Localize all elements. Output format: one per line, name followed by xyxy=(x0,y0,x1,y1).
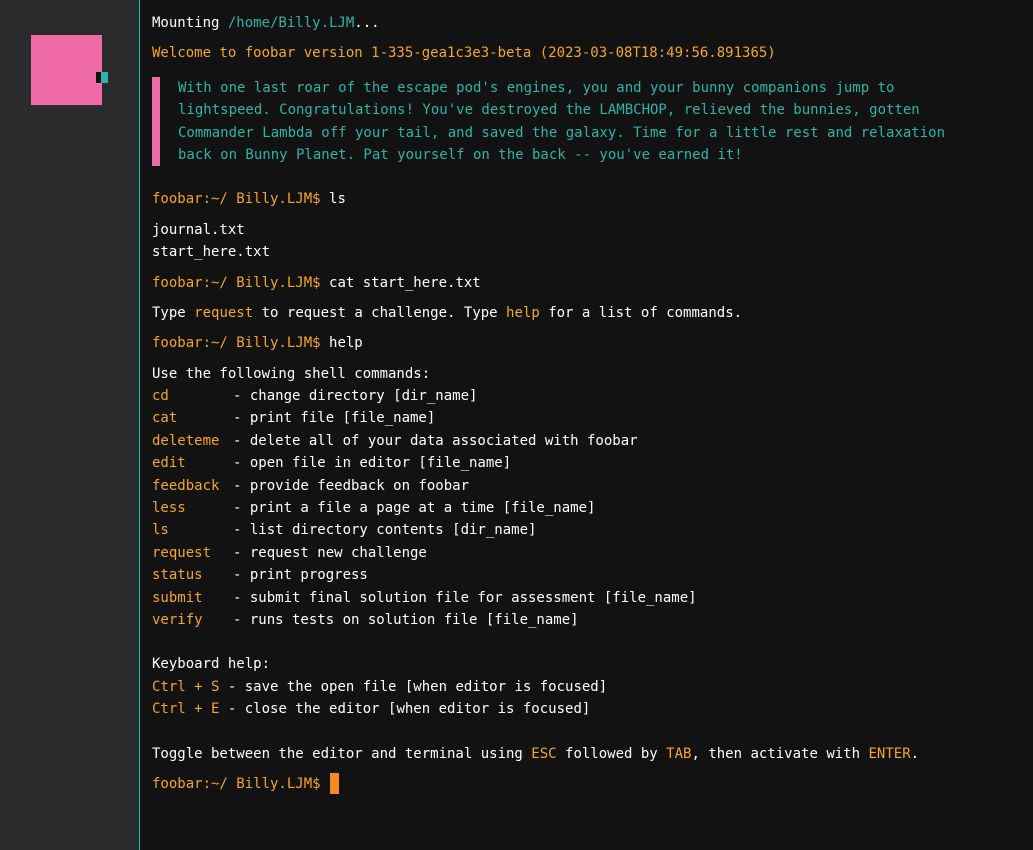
prompt: foobar:~/ Billy.LJM$ xyxy=(152,274,321,291)
keyword-help: help xyxy=(506,304,540,321)
keyword-request: request xyxy=(194,304,254,321)
bunny-avatar xyxy=(31,35,102,105)
help-command-row: verify - runs tests on solution file [fil… xyxy=(152,609,1022,631)
text-segment: Type xyxy=(152,304,195,321)
shortcut-keys: Ctrl + S xyxy=(152,678,220,695)
help-command-list: cd - change directory [dir_name] cat - pri… xyxy=(152,385,1022,631)
command-name: verify xyxy=(152,611,203,628)
command-line-help: foobar:~/ Billy.LJM$ help xyxy=(152,332,1022,354)
text-segment: Toggle between the editor and terminal u… xyxy=(152,745,532,762)
command-name: status xyxy=(152,567,203,584)
shortcut-desc: - save the open file [when editor is foc… xyxy=(219,678,608,695)
shortcut-desc: - close the editor [when editor is focus… xyxy=(219,701,591,718)
text-segment: for a list of commands. xyxy=(539,304,743,321)
command-desc: - runs tests on solution file [file_name… xyxy=(233,611,579,628)
help-command-row: less - print a file a page at a time [fil… xyxy=(152,497,1022,519)
mount-label: Mounting xyxy=(152,15,228,31)
help-heading: Use the following shell commands: xyxy=(152,365,431,382)
terminal-cursor[interactable] xyxy=(329,773,339,795)
command-name: cat xyxy=(152,410,178,427)
help-command-row: cat - print file [file_name] xyxy=(152,407,1022,429)
shortcut-row: Ctrl + E - close the editor [when editor… xyxy=(152,698,1022,720)
command-desc: - delete all of your data associated wit… xyxy=(233,432,638,449)
command-desc: - print file [file_name] xyxy=(233,410,436,427)
command-desc: - print a file a page at a time [file_na… xyxy=(233,500,596,517)
text-segment: . xyxy=(910,745,920,762)
keyboard-help-heading: Keyboard help: xyxy=(152,656,271,673)
terminal-output[interactable]: Mounting /home/Billy.LJM... Welcome to f… xyxy=(152,12,1022,795)
story-line: Commander Lambda off your tail, and save… xyxy=(178,124,946,141)
command-name: cd xyxy=(152,388,169,405)
text-segment: followed by xyxy=(556,745,667,762)
bunny-eye-highlight-icon xyxy=(101,72,108,83)
text-segment: to request a challenge. Type xyxy=(253,304,507,321)
keyword-enter: ENTER xyxy=(868,745,911,762)
command-desc: - list directory contents [dir_name] xyxy=(233,522,537,539)
entered-command: ls xyxy=(329,191,346,208)
command-desc: - provide feedback on foobar xyxy=(233,477,470,494)
command-name: submit xyxy=(152,589,203,606)
shortcut-keys: Ctrl + E xyxy=(152,701,220,718)
command-line-ls: foobar:~/ Billy.LJM$ ls xyxy=(152,188,1022,210)
toggle-help-line: Toggle between the editor and terminal u… xyxy=(152,743,1022,765)
prompt: foobar:~/ Billy.LJM$ xyxy=(152,335,321,352)
command-name: feedback xyxy=(152,477,220,494)
entered-command: help xyxy=(329,335,363,352)
prompt: foobar:~/ Billy.LJM$ xyxy=(152,191,321,208)
help-command-row: feedback - provide feedback on foobar xyxy=(152,475,1022,497)
command-name: request xyxy=(152,544,212,561)
help-command-row: status - print progress xyxy=(152,564,1022,586)
help-command-row: cd - change directory [dir_name] xyxy=(152,385,1022,407)
mount-line: Mounting /home/Billy.LJM... xyxy=(152,12,1022,34)
file-entry: start_here.txt xyxy=(152,244,271,261)
help-command-row: request - request new challenge xyxy=(152,542,1022,564)
help-command-row: edit - open file in editor [file_name] xyxy=(152,452,1022,474)
help-command-row: submit - submit final solution file for a… xyxy=(152,587,1022,609)
active-prompt-line[interactable]: foobar:~/ Billy.LJM$ xyxy=(152,773,1022,795)
command-desc: - open file in editor [file_name] xyxy=(233,455,512,472)
entered-command: cat start_here.txt xyxy=(329,274,481,291)
text-segment: , then activate with xyxy=(691,745,869,762)
command-desc: - submit final solution file for assessm… xyxy=(233,589,697,606)
help-command-row: deleteme - delete all of your data associ… xyxy=(152,430,1022,452)
mount-ellipsis: ... xyxy=(354,15,380,31)
keyword-tab: TAB xyxy=(666,745,692,762)
story-line: With one last roar of the escape pod's e… xyxy=(178,79,895,96)
command-name: ls xyxy=(152,522,169,539)
story-line: back on Bunny Planet. Pat yourself on th… xyxy=(178,146,743,163)
file-entry: journal.txt xyxy=(152,221,245,238)
keyword-esc: ESC xyxy=(531,745,557,762)
command-name: less xyxy=(152,500,186,517)
command-desc: - change directory [dir_name] xyxy=(233,388,478,405)
story-block: With one last roar of the escape pod's e… xyxy=(152,76,1022,167)
sidebar xyxy=(0,0,140,850)
help-command-row: ls - list directory contents [dir_name] xyxy=(152,519,1022,541)
command-name: edit xyxy=(152,455,186,472)
command-line-cat: foobar:~/ Billy.LJM$ cat start_here.txt xyxy=(152,272,1022,294)
mount-path: /home/Billy.LJM xyxy=(227,15,355,31)
start-here-text: Type request to request a challenge. Typ… xyxy=(152,302,1022,324)
prompt: foobar:~/ Billy.LJM$ xyxy=(152,775,321,792)
welcome-line: Welcome to foobar version 1-335-gea1c3e3… xyxy=(152,45,776,62)
command-desc: - print progress xyxy=(233,567,368,584)
story-line: lightspeed. Congratulations! You've dest… xyxy=(178,102,920,119)
command-name: deleteme xyxy=(152,432,220,449)
command-desc: - request new challenge xyxy=(233,544,427,561)
shortcut-row: Ctrl + S - save the open file [when edit… xyxy=(152,676,1022,698)
